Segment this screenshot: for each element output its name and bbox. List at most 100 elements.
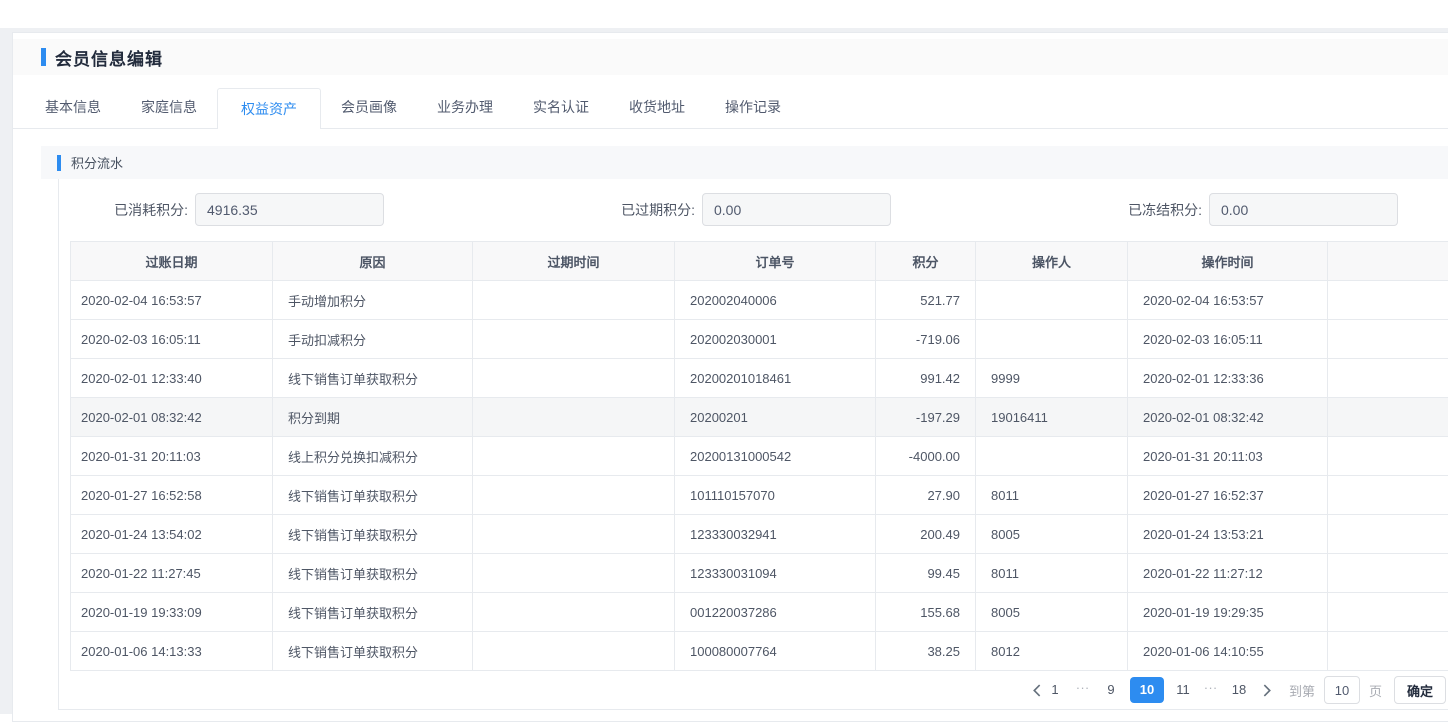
summary-field-label: 已冻结积分: [1073,200,1209,220]
cell: -719.06 [876,320,976,359]
tab[interactable]: 收货地址 [609,85,705,128]
table-header-row: 过账日期原因过期时间订单号积分操作人操作时间 [71,242,1448,281]
cell: 521.77 [876,281,976,320]
cell: 2020-01-19 19:33:09 [71,593,273,632]
page-number-active[interactable]: 10 [1130,677,1164,703]
tab[interactable]: 会员画像 [321,85,417,128]
cell: 2020-01-22 11:27:12 [1128,554,1328,593]
column-header: 积分 [876,242,976,281]
page-number[interactable]: 9 [1101,677,1121,703]
cell [473,593,675,632]
cell: 38.25 [876,632,976,671]
table-row: 2020-01-06 14:13:33线下销售订单获取积分10008000776… [71,632,1448,671]
cell: 线下销售订单获取积分 [273,476,473,515]
cell: 积分到期 [273,398,473,437]
tab[interactable]: 业务办理 [417,85,513,128]
cell: 991.42 [876,359,976,398]
cell: 8005 [976,593,1128,632]
summary-field-group: 已冻结积分: [1073,193,1448,226]
section-marker-icon [57,155,61,171]
cell: 2020-01-31 20:11:03 [1128,437,1328,476]
page-ellipsis[interactable]: ... [1074,677,1092,703]
cell: 20200131000542 [675,437,876,476]
table-row: 2020-01-22 11:27:45线下销售订单获取积分12333003109… [71,554,1448,593]
cell: 2020-02-04 16:53:57 [71,281,273,320]
cell: 8011 [976,476,1128,515]
tab[interactable]: 操作记录 [705,85,801,128]
cell: 2020-02-03 16:05:11 [71,320,273,359]
column-header: 订单号 [675,242,876,281]
summary-field-input[interactable] [195,193,384,226]
cell: -197.29 [876,398,976,437]
cell: 2020-02-04 16:53:57 [1128,281,1328,320]
cell: 155.68 [876,593,976,632]
cell: 线上积分兑换扣减积分 [273,437,473,476]
cell: 2020-02-01 08:32:42 [1128,398,1328,437]
cell: 2020-02-01 08:32:42 [71,398,273,437]
goto-page-input[interactable] [1324,676,1360,704]
cell: 2020-01-22 11:27:45 [71,554,273,593]
points-table: 过账日期原因过期时间订单号积分操作人操作时间 2020-02-04 16:53:… [70,241,1448,671]
cell [473,437,675,476]
cell: 8012 [976,632,1128,671]
table-row: 2020-02-03 16:05:11手动扣减积分202002030001-71… [71,320,1448,359]
cell: 202002030001 [675,320,876,359]
column-header: 过期时间 [473,242,675,281]
summary-field-input[interactable] [1209,193,1398,226]
page-number[interactable]: 11 [1173,677,1193,703]
points-flow-panel: 已消耗积分:已过期积分: 已冻结积分: 过账日期原因过期时间订单号积分操作人操作时… [58,179,1448,710]
goto-page-label: 到第 [1289,681,1315,700]
cell: 27.90 [876,476,976,515]
cell: 101110157070 [675,476,876,515]
next-page-button[interactable] [1258,677,1274,703]
column-header: 操作时间 [1128,242,1328,281]
cell: 2020-01-06 14:13:33 [71,632,273,671]
cell [1328,320,1448,359]
cell [1328,632,1448,671]
tab[interactable]: 实名认证 [513,85,609,128]
page-title-band: 会员信息编辑 [13,39,1448,75]
section-title: 积分流水 [71,153,123,172]
cell [976,320,1128,359]
cell: 202002040006 [675,281,876,320]
cell: 2020-01-31 20:11:03 [71,437,273,476]
cell: 2020-01-27 16:52:37 [1128,476,1328,515]
page-number[interactable]: 1 [1045,677,1065,703]
tab[interactable]: 家庭信息 [121,85,217,128]
member-edit-card: 会员信息编辑 基本信息家庭信息权益资产会员画像业务办理实名认证收货地址操作记录 … [12,32,1448,722]
column-header: 操作人 [976,242,1128,281]
summary-field-input[interactable] [702,193,891,226]
page-ellipsis[interactable]: ... [1202,677,1220,703]
cell: 2020-02-01 12:33:40 [71,359,273,398]
table-row: 2020-02-01 12:33:40线下销售订单获取积分20200201018… [71,359,1448,398]
title-marker-icon [41,48,46,66]
tab-bar: 基本信息家庭信息权益资产会员画像业务办理实名认证收货地址操作记录 [13,85,1448,129]
tab[interactable]: 基本信息 [25,85,121,128]
cell: 8005 [976,515,1128,554]
summary-field-label: 已过期积分: [566,200,702,220]
cell [473,398,675,437]
cell [1328,554,1448,593]
cell [1328,515,1448,554]
cell [1328,437,1448,476]
cell [976,437,1128,476]
cell: 19016411 [976,398,1128,437]
prev-page-button[interactable] [1029,677,1045,703]
pagination-bar: 1...91011...18 到第 页 确定 共 [1029,676,1448,704]
cell: 2020-01-27 16:52:58 [71,476,273,515]
summary-field-group: 已消耗积分: [59,193,566,226]
page-title: 会员信息编辑 [55,45,163,70]
cell [473,359,675,398]
confirm-page-button[interactable]: 确定 [1394,676,1446,704]
table-row: 2020-01-24 13:54:02线下销售订单获取积分12333003294… [71,515,1448,554]
page-number-list: 1... 9 10 11... 18 [1045,677,1249,703]
cell: 线下销售订单获取积分 [273,515,473,554]
cell: 2020-02-03 16:05:11 [1128,320,1328,359]
cell: 20200201018461 [675,359,876,398]
section-header-points-flow: 积分流水 [41,146,1448,179]
tab-active[interactable]: 权益资产 [217,88,321,129]
cell: 123330031094 [675,554,876,593]
cell: 8011 [976,554,1128,593]
cell: 2020-01-06 14:10:55 [1128,632,1328,671]
page-number[interactable]: 18 [1229,677,1249,703]
